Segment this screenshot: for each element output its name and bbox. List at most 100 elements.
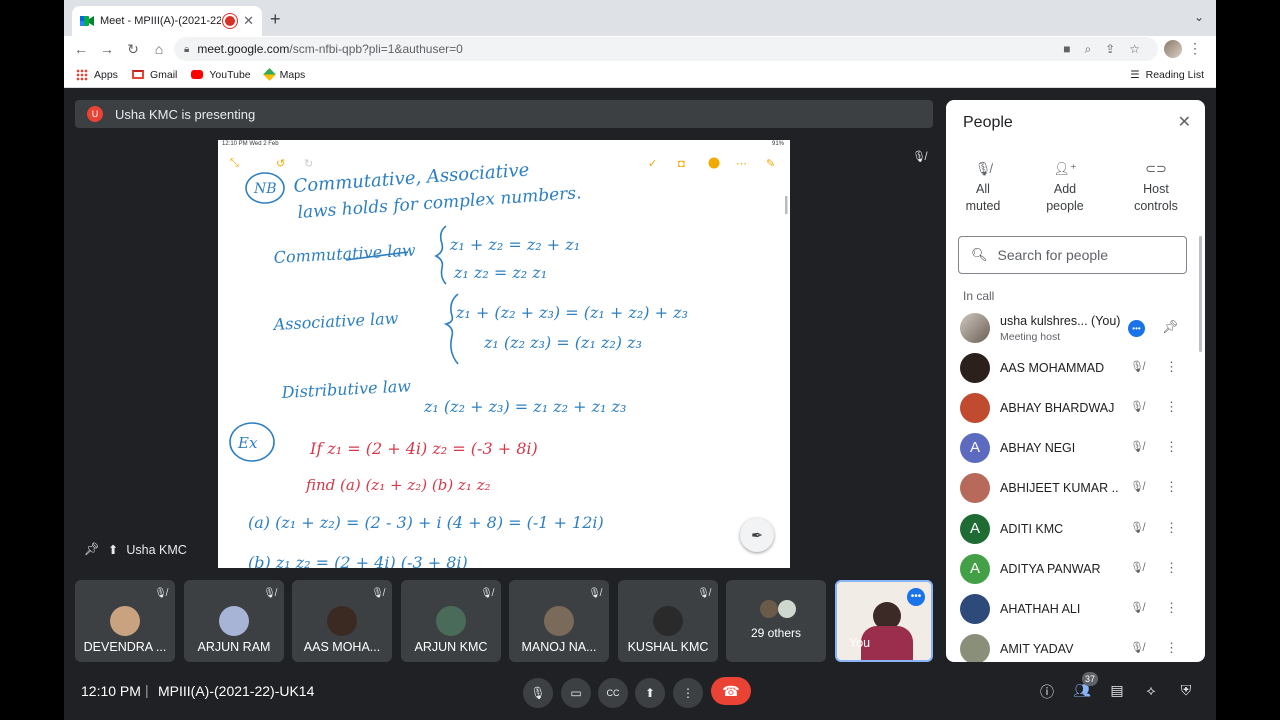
close-icon[interactable]: ✕ — [1178, 112, 1191, 132]
more-vert-icon[interactable]: ⋮ — [1165, 399, 1178, 415]
camera-button[interactable]: ▭ — [561, 678, 591, 708]
participant-tile[interactable]: 🎙︎̸ DEVENDRA ... — [75, 580, 175, 662]
redo-icon[interactable]: ↻ — [304, 158, 313, 170]
others-count: 29 others — [750, 626, 802, 640]
star-icon[interactable]: ☆ — [1129, 42, 1140, 57]
solution-a: (a) (z₁ + z₂) = (2 - 3) + i (4 + 8) = (-… — [248, 513, 604, 532]
browser-menu-icon[interactable]: ⋮ — [1188, 40, 1202, 57]
pin-icon[interactable]: 📌︎ — [1162, 319, 1179, 335]
bookmark-gmail[interactable]: Gmail — [131, 68, 178, 81]
camera-tool-icon[interactable]: ◘ — [678, 158, 685, 170]
others-tile[interactable]: 29 others — [726, 580, 826, 662]
solution-b: (b) z₁ z₂ = (2 + 4i) (-3 + 8i) — [248, 553, 468, 568]
host-controls-button[interactable]: ⊂⊃ Host controls — [1121, 160, 1191, 215]
person-name: ADITYA PANWAR — [1000, 562, 1101, 576]
mic-button[interactable]: 🎙︎ — [523, 678, 553, 708]
mic-off-icon[interactable]: 🎙︎̸ — [1130, 561, 1144, 574]
share-icon[interactable]: ⇪ — [1105, 42, 1115, 57]
person-row[interactable]: A ADITYA PANWAR 🎙︎̸ ⋮ — [946, 549, 1205, 589]
camera-icon[interactable]: ■ — [1063, 42, 1070, 57]
host-controls-icon[interactable]: ⛨ — [1175, 682, 1197, 699]
mic-off-icon[interactable]: 🎙︎̸ — [1130, 480, 1144, 493]
address-bar[interactable]: 🔒︎ meet.google.com /scm-nfbi-qpb?pli=1&a… — [174, 37, 1158, 61]
mic-off-icon[interactable]: 🎙︎̸ — [1130, 440, 1144, 453]
chat-icon[interactable]: ▤ — [1106, 682, 1128, 699]
mic-off-icon[interactable]: 🎙︎̸ — [1130, 641, 1144, 654]
leave-call-button[interactable]: ☎ — [711, 677, 751, 705]
participant-name: DEVENDRA ... — [83, 640, 167, 654]
avatar — [960, 473, 990, 503]
new-tab-icon[interactable]: + — [270, 9, 281, 30]
compose-icon[interactable]: ✎ — [766, 158, 775, 170]
more-icon[interactable]: ⋯ — [736, 158, 747, 170]
more-vert-icon[interactable]: ⋮ — [1165, 359, 1178, 375]
pin-icon[interactable]: 📌︎ — [84, 542, 100, 557]
reading-list[interactable]: ☰ Reading List — [1130, 69, 1204, 81]
back-icon[interactable]: ← — [68, 41, 94, 57]
person-row[interactable]: ABHIJEET KUMAR ... 🎙︎̸ ⋮ — [946, 468, 1205, 508]
forward-icon[interactable]: → — [94, 41, 120, 57]
person-row[interactable]: ABHAY BHARDWAJ 🎙︎̸ ⋮ — [946, 388, 1205, 428]
activities-icon[interactable]: ⟡ — [1140, 682, 1162, 699]
if-line: If z₁ = (2 + 4i) z₂ = (-3 + 8i) — [309, 439, 538, 458]
mic-off-icon[interactable]: 🎙︎̸ — [1130, 601, 1144, 614]
avatar — [760, 600, 778, 618]
more-options-icon[interactable]: ••• — [907, 588, 925, 606]
more-options-icon[interactable]: ••• — [1128, 320, 1145, 337]
more-vert-icon[interactable]: ⋮ — [1165, 640, 1178, 656]
mic-off-icon[interactable]: 🎙︎̸ — [1130, 400, 1144, 413]
more-vert-icon[interactable]: ⋮ — [1165, 479, 1178, 495]
close-tab-icon[interactable]: ✕ — [243, 13, 254, 29]
participant-tile[interactable]: 🎙︎̸ MANOJ NA... — [509, 580, 609, 662]
dist-eq: z₁ (z₂ + z₃) = z₁ z₂ + z₁ z₃ — [423, 397, 626, 416]
present-icon: ⬆ — [107, 543, 119, 557]
bookmark-maps[interactable]: Maps — [262, 68, 305, 81]
participant-tile[interactable]: 🎙︎̸ KUSHAL KMC — [618, 580, 718, 662]
bookmark-label: Apps — [94, 68, 118, 81]
participant-tile[interactable]: 🎙︎̸ ARJUN RAM — [184, 580, 284, 662]
present-button[interactable]: ⬆ — [635, 678, 665, 708]
person-row[interactable]: AMIT YADAV 🎙︎̸ ⋮ — [946, 629, 1205, 662]
more-vert-icon[interactable]: ⋮ — [1165, 600, 1178, 616]
tab-title: Meet - MPIII(A)-(2021-22) — [100, 15, 222, 27]
participant-tile[interactable]: 🎙︎̸ AAS MOHA... — [292, 580, 392, 662]
toggle-icon: ⊂⊃ — [1145, 161, 1167, 176]
avatar — [436, 606, 466, 636]
participant-tile[interactable]: 🎙︎̸ ARJUN KMC — [401, 580, 501, 662]
participant-name: AAS MOHA... — [303, 640, 381, 654]
mic-off-icon[interactable]: 🎙︎̸ — [1130, 360, 1144, 373]
person-row[interactable]: A ABHAY NEGI 🎙︎̸ ⋮ — [946, 428, 1205, 468]
add-people-button[interactable]: 👤︎⁺ Add people — [1030, 160, 1100, 215]
more-vert-icon[interactable]: ⋮ — [1165, 560, 1178, 576]
more-options-button[interactable]: ⋮ — [673, 678, 703, 708]
reading-list-label: Reading List — [1145, 69, 1204, 81]
info-icon[interactable]: ⓘ — [1036, 682, 1058, 702]
find-line: find (a) (z₁ + z₂) (b) z₁ z₂ — [305, 476, 491, 494]
more-vert-icon[interactable]: ⋮ — [1165, 439, 1178, 455]
check-icon[interactable]: ✓ — [648, 158, 657, 170]
reload-icon[interactable]: ↻ — [120, 41, 146, 58]
all-muted-button[interactable]: 🎙︎̸ All muted — [948, 160, 1018, 215]
bookmark-youtube[interactable]: YouTube — [191, 69, 251, 81]
bookmark-label: Gmail — [149, 68, 178, 81]
collapse-icon[interactable]: ⤡ — [230, 157, 239, 169]
zoom-icon[interactable]: ⌕ — [1084, 42, 1091, 57]
chevron-down-icon[interactable]: ⌄ — [1194, 10, 1204, 24]
home-icon[interactable]: ⌂ — [146, 41, 172, 57]
captions-button[interactable]: CC — [598, 678, 628, 708]
more-vert-icon[interactable]: ⋮ — [1165, 520, 1178, 536]
browser-tab[interactable]: Meet - MPIII(A)-(2021-22) ✕ — [72, 6, 262, 36]
avatar — [653, 606, 683, 636]
person-row[interactable]: AAS MOHAMMAD 🎙︎̸ ⋮ — [946, 348, 1205, 388]
person-row[interactable]: A ADITI KMC 🎙︎̸ ⋮ — [946, 509, 1205, 549]
bookmark-apps[interactable]: Apps — [76, 68, 118, 81]
person-row-host[interactable]: usha kulshres... (You) Meeting host ••• … — [946, 308, 1205, 348]
undo-icon[interactable]: ↺ — [276, 158, 285, 170]
search-input[interactable]: 🔍︎ Search for people — [958, 236, 1187, 274]
self-tile[interactable]: ••• You — [835, 580, 933, 662]
pen-tool-button[interactable]: ✒ — [740, 518, 774, 552]
markup-icon[interactable] — [708, 157, 720, 169]
profile-avatar[interactable] — [1164, 40, 1182, 58]
person-row[interactable]: AHATHAH ALI 🎙︎̸ ⋮ — [946, 589, 1205, 629]
mic-off-icon[interactable]: 🎙︎̸ — [1130, 521, 1144, 534]
